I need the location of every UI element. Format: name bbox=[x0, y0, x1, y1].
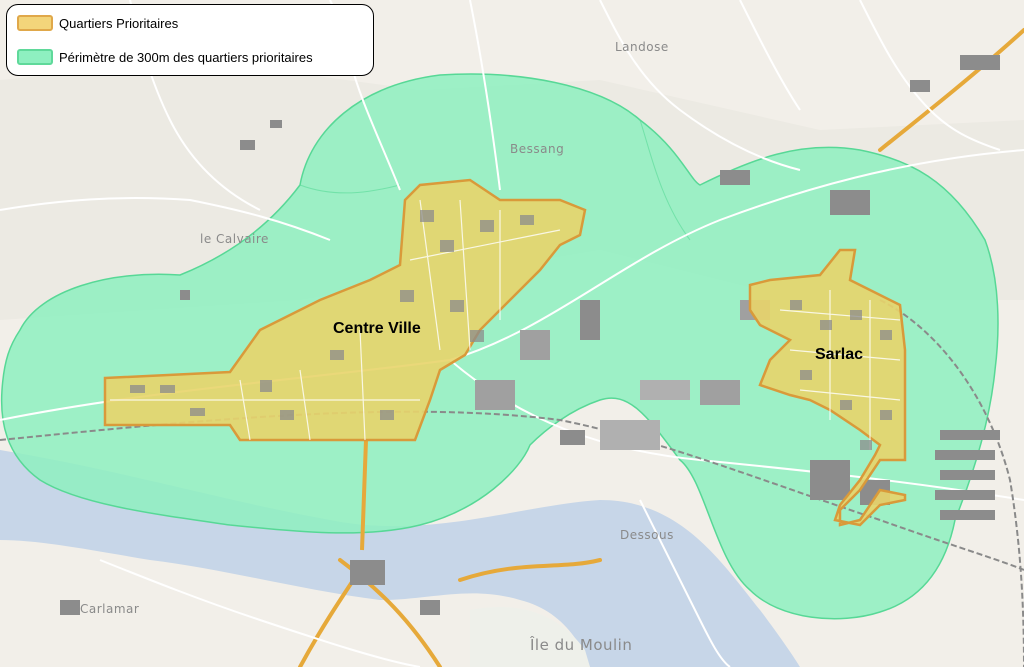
place-label-bessang: Bessang bbox=[510, 142, 565, 156]
legend-label-quartiers: Quartiers Prioritaires bbox=[59, 15, 179, 31]
zone-label-sarlac: Sarlac bbox=[815, 346, 864, 363]
place-label-carlamar: Carlamar bbox=[80, 602, 140, 616]
map-legend: Quartiers Prioritaires Périmètre de 300m… bbox=[6, 4, 374, 76]
place-label-landose: Landose bbox=[615, 40, 669, 54]
legend-swatch-perimetre bbox=[17, 49, 53, 65]
place-label-ile: Île du Moulin bbox=[530, 636, 633, 654]
legend-item-perimetre: Périmètre de 300m des quartiers priorita… bbox=[17, 49, 313, 65]
legend-item-quartiers: Quartiers Prioritaires bbox=[17, 15, 178, 31]
place-label-calvaire: le Calvaire bbox=[200, 232, 269, 246]
zone-label-centre-ville: Centre Ville bbox=[333, 320, 421, 337]
legend-swatch-quartiers bbox=[17, 15, 53, 31]
place-label-dessous: Dessous bbox=[620, 528, 674, 542]
legend-label-perimetre: Périmètre de 300m des quartiers priorita… bbox=[59, 49, 313, 65]
map-canvas[interactable] bbox=[0, 0, 1024, 667]
